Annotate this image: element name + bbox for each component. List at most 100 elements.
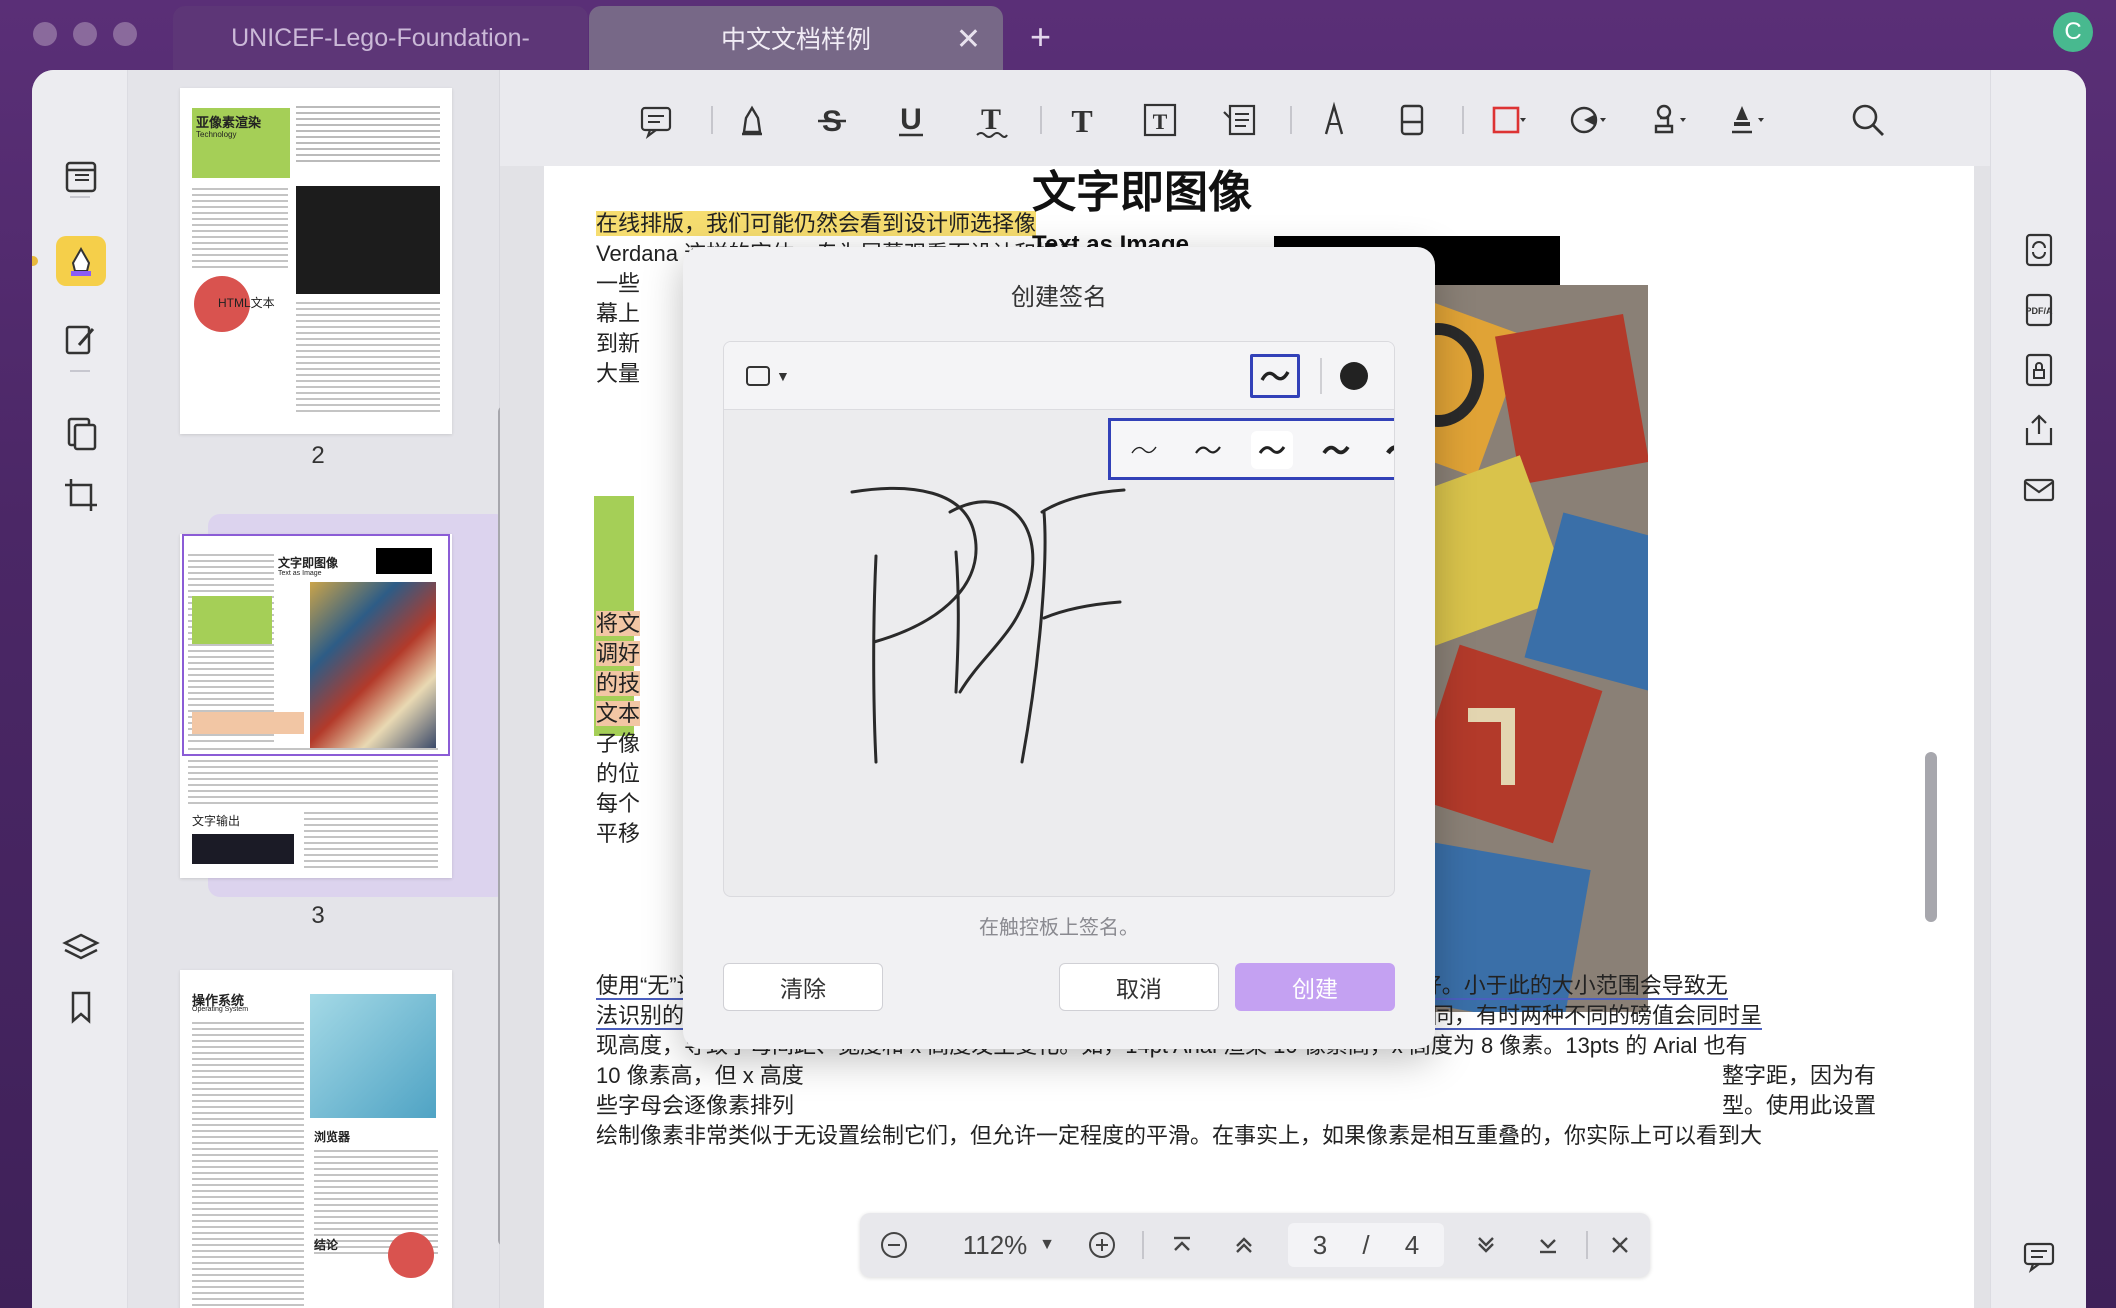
highlight-icon[interactable] — [730, 98, 774, 142]
doc-line: 在线排版，我们可能仍然会看到设计师选择像 — [596, 211, 1037, 236]
create-button[interactable]: 创建 — [1235, 963, 1395, 1011]
pdfa-icon[interactable]: PDF/A — [2017, 288, 2061, 332]
next-page-icon[interactable] — [1464, 1223, 1508, 1267]
thumbnail-page-4[interactable]: 操作系统 Operating System 浏览器 结论 — [180, 970, 452, 1308]
thumbnail-page-3[interactable]: 文字即图像 Text as Image 文字输出 — [180, 534, 452, 878]
zoom-level[interactable]: 112% — [950, 1223, 1040, 1267]
eraser-icon[interactable] — [1390, 98, 1434, 142]
thumb-heading3: 结论 — [314, 1238, 339, 1252]
clear-button[interactable]: 清除 — [723, 963, 883, 1011]
doc-fragment: 子像 — [596, 731, 641, 756]
doc-line: 幕上 — [596, 301, 641, 326]
reader-mode-icon[interactable] — [56, 152, 106, 202]
page-navigation-bar: 112% ▼ 3 / 4 — [860, 1213, 1650, 1277]
doc-fragment: 文本 — [596, 701, 641, 726]
document-scrollbar[interactable] — [1925, 752, 1937, 922]
stamp-icon[interactable] — [1646, 98, 1690, 142]
svg-text:PDF/A: PDF/A — [2026, 306, 2054, 316]
svg-text:T: T — [981, 103, 1001, 136]
avatar[interactable]: C — [2053, 12, 2093, 52]
thumb-sub2: 文字输出 — [192, 814, 241, 828]
zoom-in-icon[interactable] — [1080, 1223, 1124, 1267]
active-indicator — [32, 256, 38, 266]
thumb-sub: Operating System — [192, 1006, 249, 1013]
add-tab-button[interactable]: + — [1030, 16, 1051, 58]
doc-fragment: 将文 — [596, 611, 641, 636]
signature-drawing — [850, 486, 1126, 764]
title-bar: UNICEF-Lego-Foundation- 中文文档样例 ✕ + C — [0, 0, 2116, 70]
edit-mode-icon[interactable] — [56, 314, 106, 364]
share-icon[interactable] — [2017, 408, 2061, 452]
note-icon[interactable] — [634, 98, 678, 142]
doc-line: 些字母会逐像素排列 — [596, 1093, 795, 1118]
comment-mode-icon[interactable] — [56, 236, 106, 286]
svg-text:T: T — [1153, 109, 1168, 134]
zoom-dropdown-icon[interactable]: ▼ — [1032, 1223, 1062, 1267]
zoom-out-icon[interactable] — [872, 1223, 916, 1267]
shape-rectangle-icon[interactable] — [1486, 98, 1530, 142]
right-heading: 文字即图像 — [1032, 168, 1252, 217]
minimize-window-button[interactable] — [73, 22, 97, 46]
doc-line: 整字距，因为有 — [1722, 1063, 1877, 1088]
dialog-title: 创建签名 — [1011, 284, 1107, 311]
doc-line: 大量 — [596, 361, 641, 386]
crop-pages-icon[interactable] — [56, 470, 106, 520]
first-page-icon[interactable] — [1160, 1223, 1204, 1267]
thumb-sub: Technology — [196, 130, 237, 139]
svg-text:U: U — [900, 103, 922, 136]
close-nav-icon[interactable] — [1598, 1223, 1642, 1267]
doc-line: 型。使用此设置 — [1722, 1093, 1877, 1118]
tab-label: UNICEF-Lego-Foundation- — [231, 23, 530, 52]
svg-text:T: T — [1071, 103, 1092, 139]
doc-line: 一些 — [596, 271, 641, 296]
doc-fragment: 每个 — [596, 791, 641, 816]
doc-line: 绘制像素非常类似于无设置绘制它们，但允许一定程度的平滑。在事实上，如果像素是相互… — [596, 1123, 1763, 1148]
thumbnail-page-number: 2 — [311, 442, 325, 469]
cancel-button[interactable]: 取消 — [1059, 963, 1219, 1011]
signature-icon[interactable] — [1724, 98, 1768, 142]
comments-icon[interactable] — [2017, 1234, 2061, 1278]
underline-icon[interactable]: U — [889, 98, 933, 142]
last-page-icon[interactable] — [1526, 1223, 1570, 1267]
thumb-badge: HTML文本 — [218, 296, 275, 310]
protect-icon[interactable] — [2017, 348, 2061, 392]
callout-icon[interactable] — [1218, 98, 1262, 142]
current-page[interactable]: 3 — [1300, 1223, 1340, 1267]
doc-fragment: 的技 — [596, 671, 641, 696]
previous-page-icon[interactable] — [1222, 1223, 1266, 1267]
doc-fragment: 平移 — [596, 821, 641, 846]
convert-icon[interactable] — [2017, 228, 2061, 272]
doc-line: 到新 — [596, 331, 641, 356]
strikethrough-icon[interactable]: S — [810, 98, 854, 142]
close-tab-icon[interactable]: ✕ — [956, 22, 981, 57]
tab-unicef-lego[interactable]: UNICEF-Lego-Foundation- — [173, 6, 588, 70]
text-icon[interactable]: T — [1060, 98, 1104, 142]
layers-icon[interactable] — [56, 924, 106, 974]
page-separator: / — [1362, 1229, 1370, 1260]
close-window-button[interactable] — [33, 22, 57, 46]
doc-fragment: 调好 — [596, 641, 641, 666]
thumb-heading2: 浏览器 — [314, 1130, 351, 1144]
squiggly-icon[interactable]: T — [969, 98, 1013, 142]
annotation-toolbar: S U T T T — [500, 70, 1990, 166]
organize-pages-icon[interactable] — [56, 408, 106, 458]
pencil-icon[interactable] — [1312, 98, 1356, 142]
thumbnail-page-number: 3 — [311, 902, 325, 929]
textbox-icon[interactable]: T — [1138, 98, 1182, 142]
doc-line: 10 像素高，但 x 高度 — [596, 1063, 804, 1088]
signature-hint: 在触控板上签名。 — [979, 917, 1139, 939]
sticker-icon[interactable] — [1566, 98, 1610, 142]
doc-fragment: 的位 — [596, 761, 641, 786]
signature-pad[interactable]: ▼ — [723, 341, 1395, 897]
create-signature-dialog: 创建签名 ▼ 在触控板上签名。 清除 取消 创建 — [683, 247, 1435, 1049]
thumb-heading: 亚像素渲染 — [196, 115, 262, 130]
zoom-window-button[interactable] — [113, 22, 137, 46]
email-icon[interactable] — [2017, 468, 2061, 512]
bookmark-icon[interactable] — [56, 982, 106, 1032]
thumbnail-panel: 亚像素渲染 Technology HTML文本 2 文字即图像 Text as … — [128, 70, 508, 1308]
total-pages: 4 — [1404, 1229, 1420, 1260]
tab-label: 中文文档样例 — [720, 26, 871, 54]
thumbnail-page-2[interactable]: 亚像素渲染 Technology HTML文本 — [180, 88, 452, 434]
search-icon[interactable] — [1846, 98, 1890, 142]
tab-chinese-sample[interactable]: 中文文档样例 ✕ — [589, 6, 1003, 70]
